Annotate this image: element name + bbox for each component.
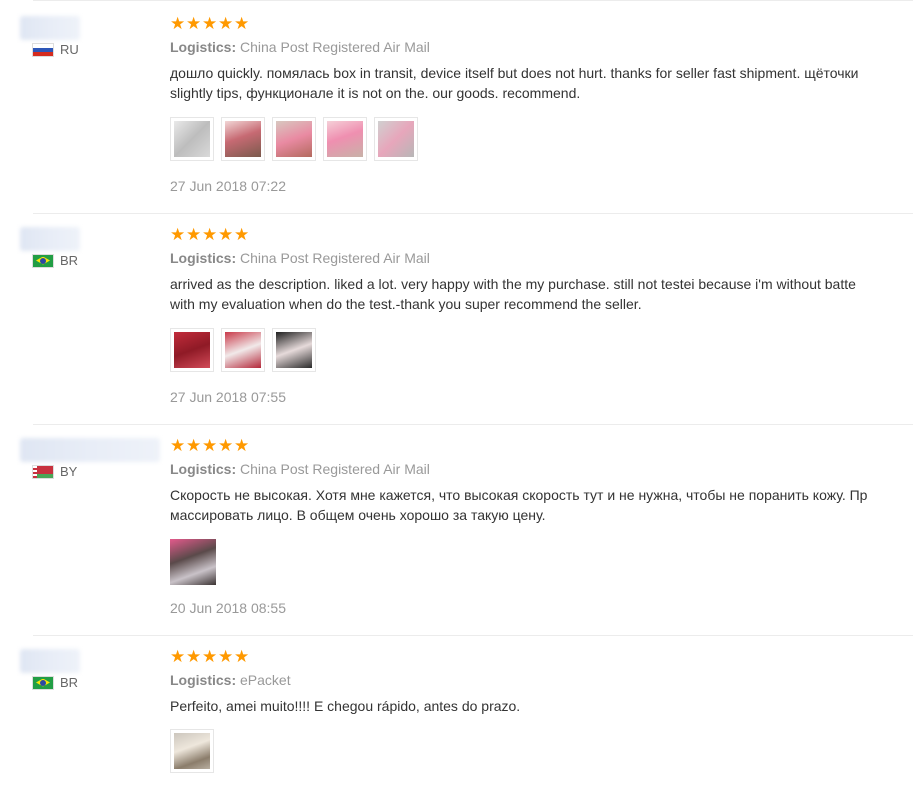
review-divider <box>33 0 913 1</box>
reviewer-name-blurred <box>20 649 80 673</box>
review-item: RU ★ ★ ★ ★ ★ Logistics: China Post Registere… <box>0 16 913 211</box>
review-images <box>170 539 223 585</box>
logistics-info: Logistics: ePacket <box>170 672 291 688</box>
comment-line: Скорость не высокая. Хотя мне кажется, ч… <box>170 487 868 503</box>
star-icon: ★ <box>218 225 234 245</box>
flag-ru-icon <box>32 42 54 57</box>
product-photo-3 <box>276 332 312 368</box>
logistics-label: Logistics: <box>170 39 237 55</box>
review-image-thumbnail[interactable] <box>272 117 316 161</box>
logistics-info: Logistics: China Post Registered Air Mai… <box>170 461 430 477</box>
star-icon: ★ <box>186 436 202 456</box>
review-date: 27 Jun 2018 07:55 <box>170 389 286 405</box>
comment-line: arrived as the description. liked a lot.… <box>170 276 856 292</box>
star-icon: ★ <box>218 647 234 667</box>
star-rating: ★ ★ ★ ★ ★ <box>170 647 250 667</box>
review-comment: дошло quickly. помялась box in transit, … <box>170 63 913 103</box>
flag-by-icon <box>32 464 54 479</box>
logistics-label: Logistics: <box>170 461 237 477</box>
star-rating: ★ ★ ★ ★ ★ <box>170 14 250 34</box>
comment-line: with my evaluation when do the test.-tha… <box>170 296 642 312</box>
star-icon: ★ <box>234 436 250 456</box>
country-code: BY <box>60 464 78 479</box>
reviewer-country: BR <box>32 253 78 268</box>
star-icon: ★ <box>170 436 186 456</box>
review-divider <box>33 635 913 636</box>
review-divider <box>33 424 913 425</box>
review-divider <box>33 213 913 214</box>
reviewer-name-blurred <box>20 438 160 462</box>
product-photo-1 <box>174 733 210 769</box>
review-date: 27 Jun 2018 07:22 <box>170 178 286 194</box>
star-icon: ★ <box>202 14 218 34</box>
review-comment: arrived as the description. liked a lot.… <box>170 274 913 314</box>
star-icon: ★ <box>186 647 202 667</box>
logistics-info: Logistics: China Post Registered Air Mai… <box>170 250 430 266</box>
review-image-thumbnail[interactable] <box>221 328 265 372</box>
star-icon: ★ <box>170 647 186 667</box>
reviewer-country: BY <box>32 464 77 479</box>
star-icon: ★ <box>170 14 186 34</box>
review-images <box>170 328 323 372</box>
product-photo-5 <box>378 121 414 157</box>
review-image-thumbnail[interactable] <box>221 117 265 161</box>
review-image-thumbnail[interactable] <box>374 117 418 161</box>
product-photo-1 <box>174 121 210 157</box>
star-icon: ★ <box>202 225 218 245</box>
star-icon: ★ <box>234 14 250 34</box>
product-photo-2 <box>225 121 261 157</box>
comment-line: дошло quickly. помялась box in transit, … <box>170 65 859 81</box>
star-icon: ★ <box>202 647 218 667</box>
flag-br-icon <box>32 253 54 268</box>
logistics-label: Logistics: <box>170 250 237 266</box>
country-code: RU <box>60 42 79 57</box>
comment-line: массировать лицо. В общем очень хорошо з… <box>170 507 546 523</box>
logistics-value: China Post Registered Air Mail <box>240 250 430 266</box>
star-icon: ★ <box>234 225 250 245</box>
star-icon: ★ <box>170 225 186 245</box>
star-icon: ★ <box>186 225 202 245</box>
logistics-value: China Post Registered Air Mail <box>240 461 430 477</box>
logistics-info: Logistics: China Post Registered Air Mai… <box>170 39 430 55</box>
review-comment: Скорость не высокая. Хотя мне кажется, ч… <box>170 485 913 525</box>
review-item: BR ★ ★ ★ ★ ★ Logistics: ePacket Perfeito, am… <box>0 649 913 785</box>
country-code: BR <box>60 675 79 690</box>
reviewer-name-blurred <box>20 227 80 251</box>
review-image-thumbnail[interactable] <box>323 117 367 161</box>
star-rating: ★ ★ ★ ★ ★ <box>170 436 250 456</box>
product-photo-3 <box>276 121 312 157</box>
comment-line: slightly tips, функционале it is not on … <box>170 85 581 101</box>
logistics-value: ePacket <box>240 672 291 688</box>
logistics-value: China Post Registered Air Mail <box>240 39 430 55</box>
star-rating: ★ ★ ★ ★ ★ <box>170 225 250 245</box>
review-images <box>170 729 221 773</box>
product-photo-2 <box>225 332 261 368</box>
comment-line: Perfeito, amei muito!!!! E chegou rápido… <box>170 698 521 714</box>
review-image-thumbnail[interactable] <box>170 729 214 773</box>
reviewer-name-blurred <box>20 16 80 40</box>
star-icon: ★ <box>202 436 218 456</box>
country-code: BR <box>60 253 79 268</box>
review-comment: Perfeito, amei muito!!!! E chegou rápido… <box>170 696 913 716</box>
star-icon: ★ <box>234 647 250 667</box>
product-photo-4 <box>327 121 363 157</box>
review-image-thumbnail[interactable] <box>170 539 216 585</box>
review-date: 20 Jun 2018 08:55 <box>170 600 286 616</box>
reviewer-country: BR <box>32 675 78 690</box>
star-icon: ★ <box>218 14 234 34</box>
star-icon: ★ <box>218 436 234 456</box>
review-image-thumbnail[interactable] <box>170 328 214 372</box>
star-icon: ★ <box>186 14 202 34</box>
reviewer-country: RU <box>32 42 79 57</box>
review-item: BR ★ ★ ★ ★ ★ Logistics: China Post Registere… <box>0 227 913 422</box>
review-image-thumbnail[interactable] <box>170 117 214 161</box>
product-photo-1 <box>170 539 216 585</box>
product-photo-1 <box>174 332 210 368</box>
logistics-label: Logistics: <box>170 672 237 688</box>
review-item: BY ★ ★ ★ ★ ★ Logistics: China Post Registere… <box>0 438 913 633</box>
flag-br-icon <box>32 675 54 690</box>
review-image-thumbnail[interactable] <box>272 328 316 372</box>
review-images <box>170 117 425 161</box>
